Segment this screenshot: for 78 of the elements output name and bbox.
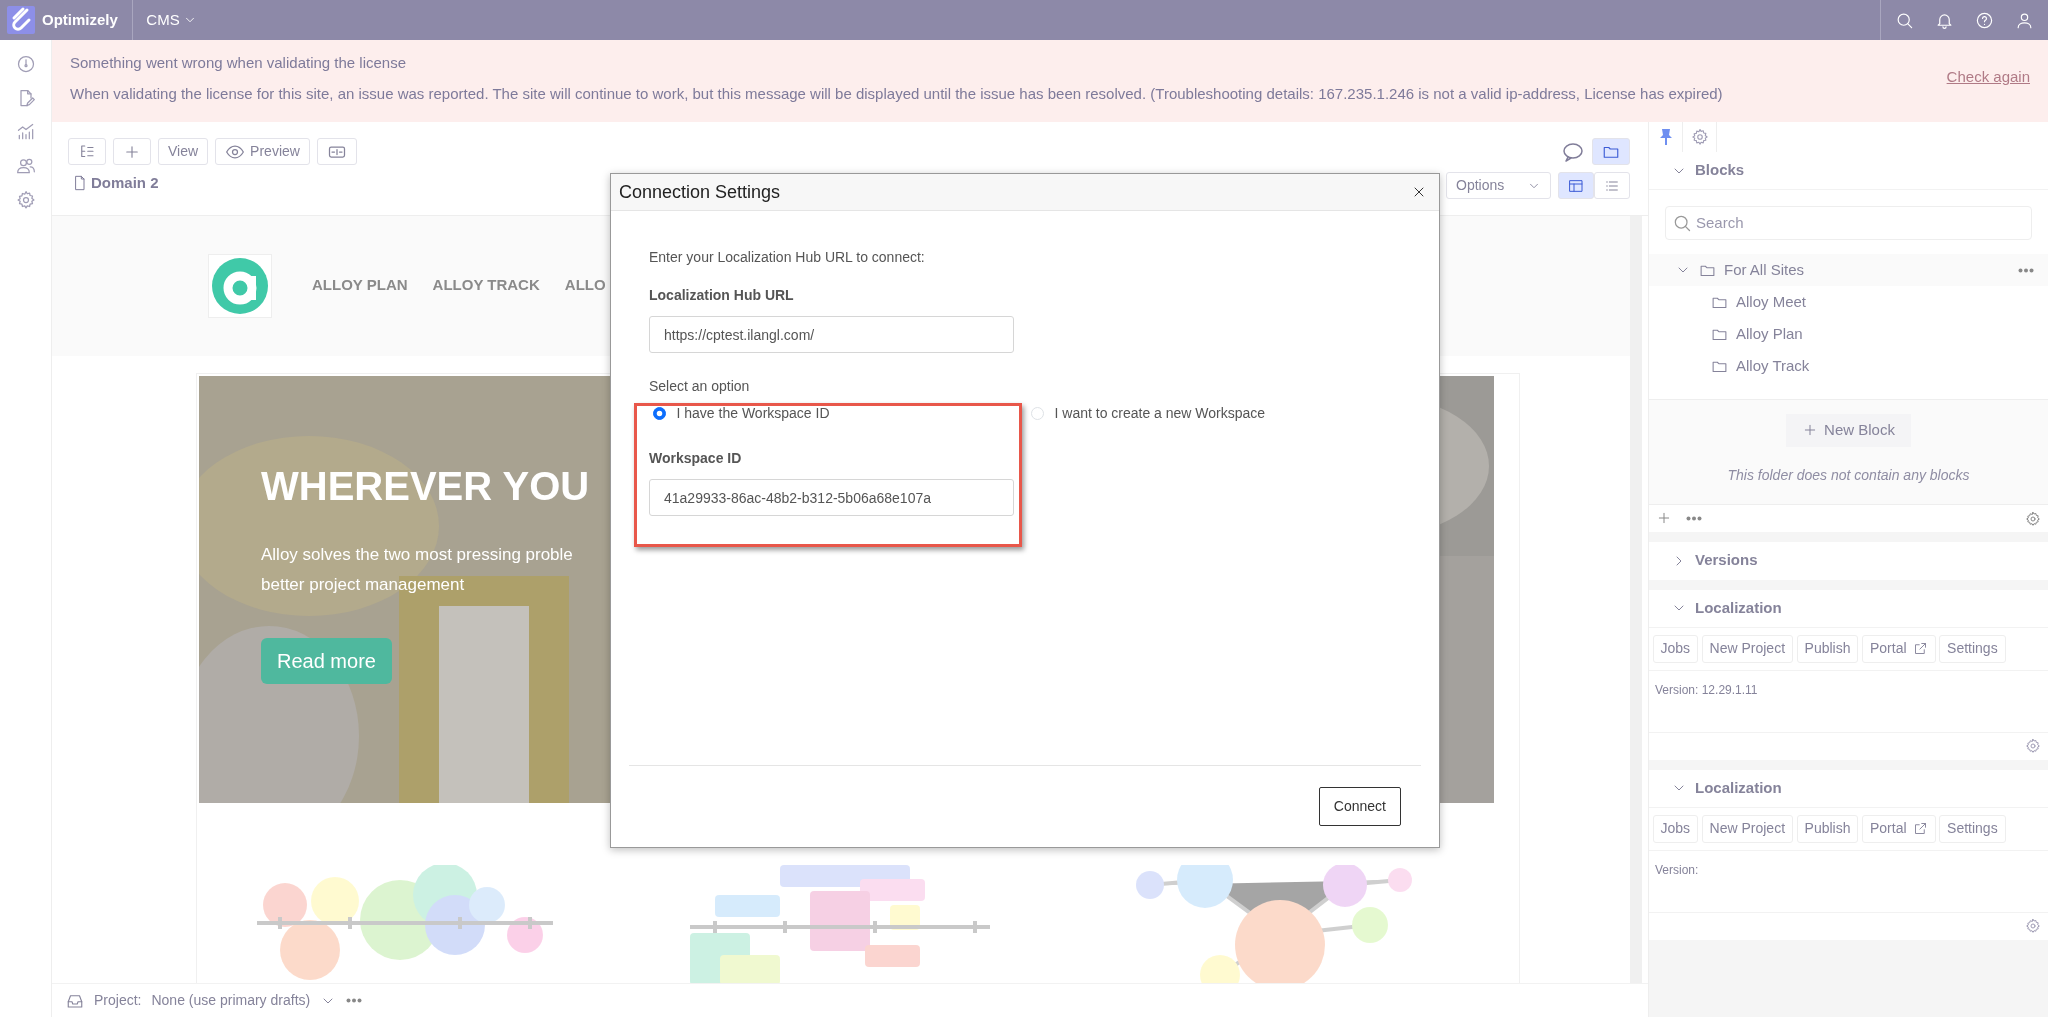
settings-icon[interactable]	[2025, 738, 2041, 754]
brand-name: Optimizely	[42, 9, 118, 30]
version-text: Version:	[1655, 862, 1699, 877]
hero-text: Alloy solves the two most pressing proble	[261, 543, 573, 566]
layout-view-button[interactable]	[1558, 172, 1594, 199]
split-view-button[interactable]	[316, 138, 357, 165]
help-button[interactable]	[1975, 10, 1994, 30]
field-label: Localization Hub URL	[649, 286, 795, 305]
more-icon[interactable]	[1686, 515, 1702, 521]
read-more-button[interactable]: Read more	[261, 637, 392, 684]
workspace-id-field[interactable]: 41a29933-86ac-48b2-b312-5b06a68e107a	[649, 479, 1014, 516]
new-block-button[interactable]: New Block	[1786, 414, 1911, 447]
alert-title: Something went wrong when validating the license	[70, 53, 408, 73]
preview-button[interactable]: Preview	[215, 138, 310, 165]
folder-button[interactable]	[1592, 138, 1630, 165]
plus-icon[interactable]	[1656, 510, 1672, 526]
section-title: Localization	[1695, 777, 1782, 798]
users-icon[interactable]	[15, 156, 36, 176]
search-input[interactable]: Search	[1694, 210, 2031, 236]
localization-button[interactable]: Portal	[1861, 634, 1936, 663]
section-title: Versions	[1695, 550, 1758, 571]
hero-heading: WHEREVER YOU	[261, 462, 590, 510]
empty-message: This folder does not contain any blocks	[1727, 465, 1970, 485]
tree-item[interactable]: Alloy Track	[1736, 354, 1810, 378]
site-nav-link[interactable]: ALLOY PLAN	[312, 274, 408, 297]
chart-icon[interactable]	[15, 122, 36, 142]
list-view-button[interactable]	[1594, 172, 1630, 199]
localization-button[interactable]: Jobs	[1652, 634, 1699, 663]
help-icon	[1975, 10, 1994, 30]
localization-button[interactable]: Jobs	[1652, 814, 1699, 843]
url-field[interactable]: https://cptest.ilangl.com/	[649, 316, 1014, 353]
project-value[interactable]: None (use primary drafts)	[151, 990, 311, 1011]
settings-icon[interactable]	[2025, 510, 2041, 527]
search-field[interactable]: Search	[1665, 206, 2032, 240]
view-button[interactable]: View	[158, 138, 209, 165]
hero-text: better project management	[261, 573, 465, 596]
radio-label[interactable]: I have the Workspace ID	[676, 403, 830, 424]
radio-label[interactable]: I want to create a new Workspace	[1054, 403, 1266, 424]
add-button[interactable]	[113, 138, 151, 165]
search-icon	[1672, 213, 1692, 233]
section-title: Blocks	[1695, 160, 1745, 181]
settings-icon[interactable]	[15, 190, 36, 210]
version-text: Version: 12.29.1.11	[1655, 682, 1758, 697]
section-title: Localization	[1695, 597, 1782, 618]
app-menu[interactable]: CMS	[136, 8, 207, 32]
tree-item[interactable]: Alloy Plan	[1736, 322, 1803, 346]
site-nav-link[interactable]: ALLOY TRACK	[432, 274, 540, 297]
localization-button[interactable]: Portal	[1861, 814, 1936, 843]
localization-button[interactable]: New Project	[1701, 634, 1794, 663]
site-nav-link[interactable]: ALLO	[564, 274, 606, 297]
field-label: Workspace ID	[649, 449, 743, 468]
intro-text: Enter your Localization Hub URL to connect:	[649, 248, 926, 267]
localization-button[interactable]: Settings	[1939, 634, 2006, 663]
field-label: Select an option	[649, 377, 751, 396]
tree-item[interactable]: For All Sites	[1724, 258, 1805, 282]
settings-icon	[1690, 128, 1709, 146]
dialog-title: Connection Settings	[619, 180, 781, 204]
localization-button[interactable]: Settings	[1939, 814, 2006, 843]
tree-item[interactable]: Alloy Meet	[1736, 290, 1807, 314]
localization-button[interactable]: New Project	[1701, 814, 1794, 843]
project-label: Project:	[94, 991, 142, 1010]
site-logo[interactable]	[208, 253, 272, 318]
gauge-icon[interactable]	[15, 54, 36, 74]
check-again-link[interactable]: Check again	[1946, 66, 2030, 89]
connect-button[interactable]: Connect	[1318, 787, 1401, 826]
localization-button[interactable]: Publish	[1796, 634, 1859, 663]
alert-message: When validating the license for this site, an issue was reported. The site will continue to work, but this message will be displayed until the issue has been resolved. (Troubleshooting details: 167.235.1.246 is not a valid ip-address, License has expired)	[70, 83, 1724, 104]
more-icon[interactable]	[2018, 268, 2034, 274]
more-icon[interactable]	[346, 998, 363, 1003]
layout-icon	[1568, 177, 1584, 194]
logo-icon	[211, 256, 269, 315]
page-title: Domain 2	[91, 173, 159, 193]
logo-icon[interactable]	[7, 6, 35, 34]
localization-button[interactable]: Publish	[1796, 814, 1859, 843]
settings-icon[interactable]	[2025, 918, 2041, 934]
options-button[interactable]: Options	[1446, 172, 1551, 199]
radio-button[interactable]	[653, 407, 666, 420]
tree-button[interactable]	[68, 138, 106, 165]
